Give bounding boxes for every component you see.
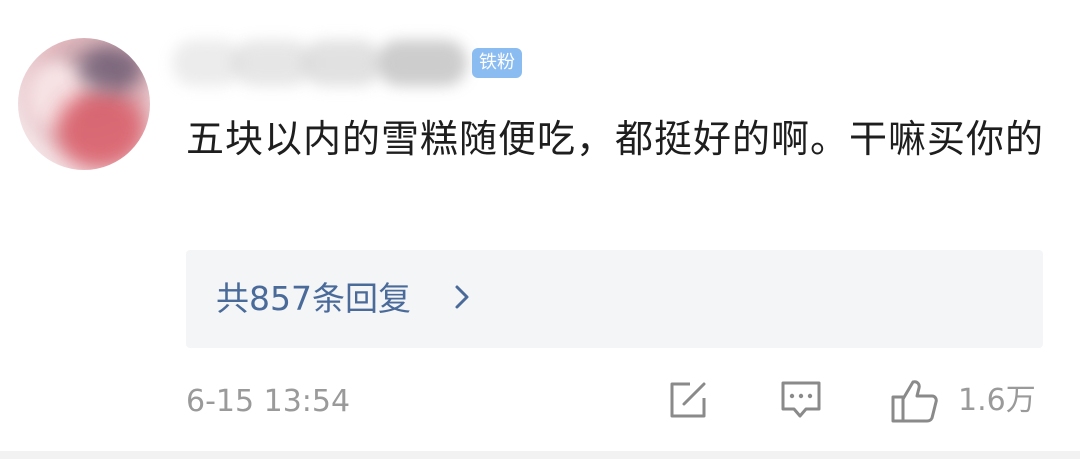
like-button[interactable]: 1.6万 [890, 378, 1050, 423]
comment-text: 五块以内的雪糕随便吃，都挺好的啊。干嘛买你的 [186, 117, 1045, 161]
avatar[interactable] [18, 38, 150, 170]
username-blurred[interactable] [172, 34, 468, 92]
timestamp: 6-15 13:54 [186, 384, 351, 419]
replies-link[interactable]: 共857条回复 [216, 278, 411, 320]
chevron-right-icon [454, 283, 470, 315]
comment-card: 铁粉 五块以内的雪糕随便吃，都挺好的啊。干嘛买你的 共857条回复 6-15 1… [0, 0, 1080, 459]
comment-icon [778, 381, 824, 426]
avatar-blur [56, 90, 146, 170]
edit-button[interactable] [666, 378, 710, 422]
avatar-blur [80, 46, 144, 90]
thumbs-up-icon [890, 380, 940, 428]
edit-icon [666, 382, 710, 426]
reply-button[interactable] [778, 378, 824, 422]
divider [0, 451, 1080, 459]
fan-badge: 铁粉 [472, 48, 522, 78]
replies-panel[interactable]: 共857条回复 [186, 250, 1043, 348]
like-count: 1.6万 [958, 383, 1036, 418]
